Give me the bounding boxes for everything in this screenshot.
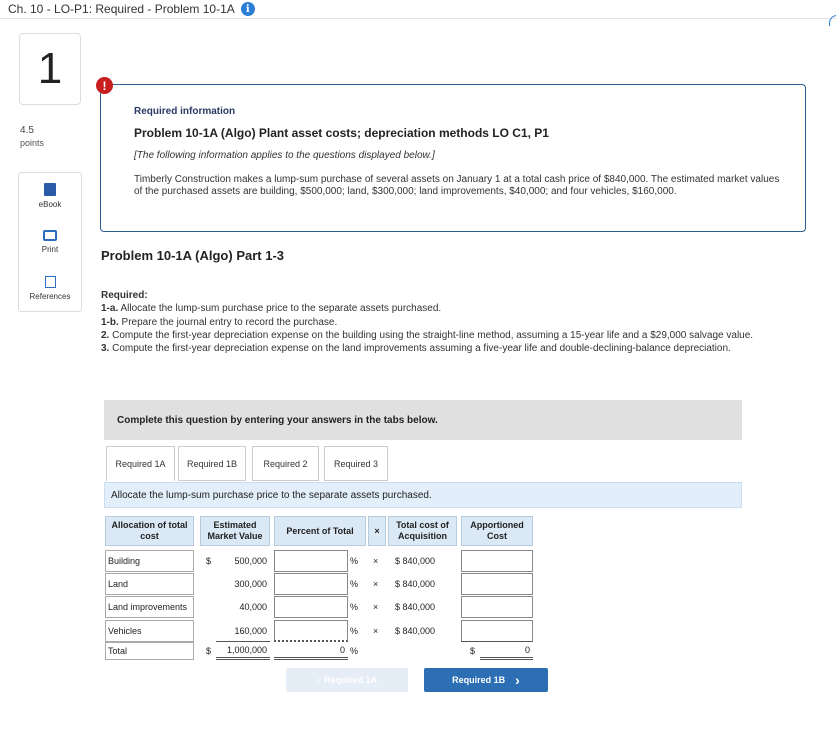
col-total-cost: Total cost of Acquisition [388, 516, 457, 546]
row-label-building: Building [105, 550, 194, 572]
required-item: 1-a. Allocate the lump-sum purchase pric… [101, 303, 442, 315]
times-sign: × [373, 626, 379, 636]
times-sign: × [373, 556, 379, 566]
market-value-vehicles: 160,000 [216, 620, 270, 642]
next-tab-button[interactable]: Required 1B › [424, 668, 548, 692]
points-value: 4.5 [20, 125, 34, 136]
tab-required-1a[interactable]: Required 1A [106, 446, 175, 481]
apportioned-total: 0 [480, 642, 533, 660]
instruction-bar: Allocate the lump-sum purchase price to … [104, 482, 742, 508]
prev-tab-label: Required 1A [323, 675, 377, 685]
documents-icon [44, 275, 56, 288]
percent-sign: % [350, 626, 359, 636]
percent-sign: % [350, 602, 359, 612]
market-value-land: 300,000 [234, 579, 267, 589]
row-label-vehicles: Vehicles [105, 620, 194, 642]
total-cost-vehicles: $ 840,000 [395, 626, 436, 636]
tab-required-2[interactable]: Required 2 [252, 446, 319, 481]
problem-title: Problem 10-1A (Algo) Plant asset costs; … [134, 126, 549, 140]
tab-required-3[interactable]: Required 3 [324, 446, 388, 481]
print-button[interactable]: Print [19, 219, 81, 265]
instruction-text: Allocate the lump-sum purchase price to … [111, 489, 432, 501]
percent-total: 0 [274, 642, 348, 660]
dollar-sign: $ [470, 646, 476, 656]
total-cost-land-improvements: $ 840,000 [395, 602, 436, 612]
header-divider [0, 18, 836, 19]
row-label-land-improvements: Land improvements [105, 596, 194, 618]
complete-question-banner: Complete this question by entering your … [104, 400, 742, 440]
info-heading: Required information [134, 106, 236, 117]
col-apportioned: Apportioned Cost [461, 516, 533, 546]
market-value-building: 500,000 [234, 556, 267, 566]
row-label-land: Land [105, 573, 194, 595]
question-number: 1 [19, 33, 81, 105]
ebook-label: eBook [38, 200, 62, 209]
banner-text: Complete this question by entering your … [117, 414, 438, 426]
col-market-value: Estimated Market Value [200, 516, 270, 546]
percent-input-building[interactable] [274, 550, 348, 572]
required-item: 1-b. Prepare the journal entry to record… [101, 316, 338, 328]
market-value-total: 1,000,000 [216, 642, 270, 660]
percent-sign: % [350, 579, 359, 589]
references-label: References [29, 291, 71, 301]
row-label-total: Total [105, 642, 194, 660]
side-toolbar: eBook Print References [18, 172, 82, 312]
scenario-text: Timberly Construction makes a lump-sum p… [134, 174, 780, 197]
alert-icon: ! [96, 77, 113, 94]
times-sign: × [373, 602, 379, 612]
next-tab-label: Required 1B [452, 675, 506, 685]
percent-sign: % [350, 556, 359, 566]
percent-input-land-improvements[interactable] [274, 596, 348, 618]
chevron-left-icon: ‹ [316, 675, 320, 685]
total-cost-land: $ 840,000 [395, 579, 436, 589]
info-icon[interactable]: i [240, 2, 255, 16]
dollar-sign: $ [206, 646, 212, 656]
required-item: 3. Compute the first-year depreciation e… [101, 343, 731, 355]
references-button[interactable]: References [19, 265, 81, 311]
apportioned-input-land-improvements[interactable] [461, 596, 533, 618]
apportioned-input-vehicles[interactable] [461, 620, 533, 642]
col-allocation: Allocation of total cost [105, 516, 194, 546]
chevron-right-icon: › [515, 672, 520, 688]
required-item: 2. Compute the first-year depreciation e… [101, 329, 754, 341]
col-times: × [368, 516, 386, 546]
page-header: Ch. 10 - LO-P1: Required - Problem 10-1A… [8, 0, 255, 18]
percent-input-vehicles[interactable] [274, 620, 348, 642]
assignment-title: Ch. 10 - LO-P1: Required - Problem 10-1A [8, 2, 235, 16]
times-sign: × [373, 579, 379, 589]
dollar-sign: $ [206, 556, 212, 566]
print-label: Print [41, 245, 59, 254]
percent-sign: % [350, 646, 359, 656]
required-list: Required: 1-a. Allocate the lump-sum pur… [101, 289, 801, 355]
part-title: Problem 10-1A (Algo) Part 1-3 [101, 248, 285, 263]
percent-input-land[interactable] [274, 573, 348, 595]
apportioned-input-land[interactable] [461, 573, 533, 595]
printer-icon [43, 230, 57, 241]
scroll-edge-indicator [829, 15, 836, 26]
prev-tab-button[interactable]: ‹ Required 1A [286, 668, 408, 692]
info-note: [The following information applies to th… [134, 150, 435, 161]
market-value-land-improvements: 40,000 [239, 602, 267, 612]
total-cost-building: $ 840,000 [395, 556, 436, 566]
book-icon [44, 183, 56, 196]
ebook-button[interactable]: eBook [19, 173, 81, 219]
required-heading: Required: [101, 290, 148, 301]
col-percent: Percent of Total [274, 516, 366, 546]
apportioned-input-building[interactable] [461, 550, 533, 572]
tab-required-1b[interactable]: Required 1B [178, 446, 246, 481]
points-label: points [20, 138, 45, 148]
